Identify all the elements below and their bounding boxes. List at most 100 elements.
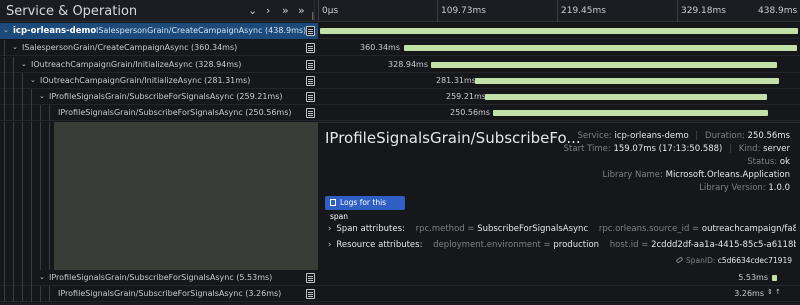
resource-attributes-toggle[interactable]: Resource attributes: [336,240,422,250]
logs-icon[interactable] [306,92,315,102]
tree-guide [31,270,32,286]
tree-guide [31,286,32,302]
tree-guide [40,286,41,302]
tick-label: 109.73ms [441,6,486,16]
span-row[interactable]: ⌄ ISalespersonGrain/CreateCampaignAsync … [0,40,800,56]
span-row[interactable]: ⌄ icp-orleans-demo ISalespersonGrain/Cre… [0,23,800,39]
tree-guide [4,270,5,286]
span-name-cell[interactable]: IProfileSignalsGrain/SubscribeForSignals… [0,105,318,121]
meta-value: 159.07ms (17:13:50.588) [613,144,723,154]
span-bar-cell[interactable]: 328.94ms [318,57,800,73]
expand-all-icon[interactable]: » [298,4,305,17]
span-bar-cell[interactable]: 281.31ms [318,73,800,89]
chevron-down-icon[interactable]: ⌄ [39,92,45,100]
span-row[interactable]: ⌄ IOutreachCampaignGrain/InitializeAsync… [0,73,800,89]
span-name-cell[interactable]: IProfileSignalsGrain/SubscribeForSignals… [0,286,318,302]
attr-key: deployment.environment [433,240,541,250]
meta-line-4: Library Name: Microsoft.Orleans.Applicat… [603,170,790,180]
span-bar[interactable] [485,94,767,100]
span-bar[interactable] [772,275,777,281]
chevron-down-icon[interactable]: ⌄ [12,43,18,51]
arrow-up-icon[interactable]: ↑ [775,288,781,296]
meta-line-5: Library Version: 1.0.0 [699,183,790,193]
detail-content: IProfileSignalsGrain/SubscribeFo... Serv… [318,122,800,270]
span-name-cell[interactable]: ⌄ ISalespersonGrain/CreateCampaignAsync … [0,40,318,56]
logs-for-span-button[interactable]: Logs for this span [325,196,405,221]
chevron-down-icon[interactable]: ⌄ [3,26,9,34]
span-name-cell[interactable]: ⌄ icp-orleans-demo ISalespersonGrain/Cre… [0,23,318,39]
chevron-right-icon[interactable]: › [328,224,331,234]
span-bar-cell[interactable]: 3.26ms ⇕ ↑ [318,286,800,302]
detail-title: IProfileSignalsGrain/SubscribeFo... [325,129,581,147]
span-name-cell[interactable]: ⌄ IOutreachCampaignGrain/InitializeAsync… [0,57,318,73]
collapse-one-icon[interactable]: ⌄ [248,4,257,17]
span-bar-cell[interactable]: 250.56ms [318,105,800,121]
tree-guide [31,122,32,270]
span-name-cell[interactable]: ⌄ IProfileSignalsGrain/SubscribeForSigna… [0,270,318,286]
span-name-cell[interactable]: ⌄ IProfileSignalsGrain/SubscribeForSigna… [0,89,318,105]
operation-name: IProfileSignalsGrain/SubscribeForSignals… [49,92,283,101]
span-bar[interactable] [431,62,777,68]
span-duration: 360.34ms [360,43,400,52]
span-bar[interactable] [493,110,768,116]
logs-icon[interactable] [306,60,315,70]
chevron-right-icon[interactable]: › [328,240,331,250]
span-bar-cell[interactable]: 5.53ms [318,270,800,286]
tree-guide [13,73,14,89]
meta-label: Start Time: [563,144,611,154]
operation-name: IProfileSignalsGrain/SubscribeForSignals… [49,273,273,282]
span-row[interactable]: IProfileSignalsGrain/SubscribeForSignals… [0,286,800,302]
logs-icon[interactable] [306,26,315,36]
span-bar-cell[interactable] [318,23,800,39]
span-bar-cell[interactable]: 259.21ms [318,89,800,105]
span-attributes-row[interactable]: › Span attributes: rpc.method = Subscribe… [328,224,796,234]
tick-line [557,0,558,22]
sort-icon[interactable]: ⇕ [767,288,773,296]
span-name-cell[interactable]: ⌄ IOutreachCampaignGrain/InitializeAsync… [0,73,318,89]
logs-button-label: Logs for this span [330,198,387,221]
attr-value: 2cddd2df-aa1a-4415-85c5-a6118b48f0ee... [651,240,796,250]
span-duration: 328.94ms [388,60,428,69]
logs-icon[interactable] [306,108,315,118]
meta-separator [730,144,732,153]
chevron-down-icon[interactable]: ⌄ [30,76,36,84]
meta-label: Kind: [738,144,761,154]
span-bar[interactable] [320,28,798,34]
logs-icon[interactable] [306,43,315,53]
tree-guide [13,286,14,302]
meta-value: 1.0.0 [768,183,790,193]
span-id-label: SpanID: [685,256,716,265]
span-row[interactable]: ⌄ IProfileSignalsGrain/SubscribeForSigna… [0,270,800,286]
chevron-down-icon[interactable]: ⌄ [39,273,45,281]
span-row[interactable]: ⌄ IOutreachCampaignGrain/InitializeAsync… [0,57,800,73]
trace-header: Service & Operation ⌄ › » » || 0µs 109.7… [0,0,800,22]
span-duration: 3.26ms [734,289,764,298]
logs-icon[interactable] [306,76,315,86]
span-id[interactable]: SpanID: c5d6634cdec71919 [675,256,792,265]
span-row[interactable]: ⌄ IProfileSignalsGrain/SubscribeForSigna… [0,89,800,105]
meta-label: Service: [577,131,612,141]
span-bar-cell[interactable]: 360.34ms [318,40,800,56]
tree-guide [49,286,50,302]
logs-icon[interactable] [306,289,315,299]
chevron-down-icon[interactable]: ⌄ [21,60,27,68]
span-bar[interactable] [475,78,779,84]
tree-guide [4,89,5,105]
tick-label: 0µs [322,6,339,16]
expand-one-icon[interactable]: › [266,4,270,17]
span-duration: 250.56ms [450,108,490,117]
collapse-all-icon[interactable]: » [282,4,289,17]
meta-value: ok [779,157,790,167]
operation-name: IOutreachCampaignGrain/InitializeAsync (… [31,60,242,69]
link-icon [675,256,684,264]
resource-attributes-row[interactable]: › Resource attributes: deployment.environ… [328,240,796,250]
span-bar[interactable] [404,45,797,51]
meta-value: 250.56ms [747,131,790,141]
tree-guide [49,105,50,121]
span-row-expanded[interactable]: IProfileSignalsGrain/SubscribeForSignals… [0,105,800,121]
tree-guide [13,105,14,121]
column-divider[interactable] [314,0,315,22]
logs-icon[interactable] [306,273,315,283]
column-title: Service & Operation [6,4,138,19]
span-attributes-toggle[interactable]: Span attributes: [336,224,404,234]
